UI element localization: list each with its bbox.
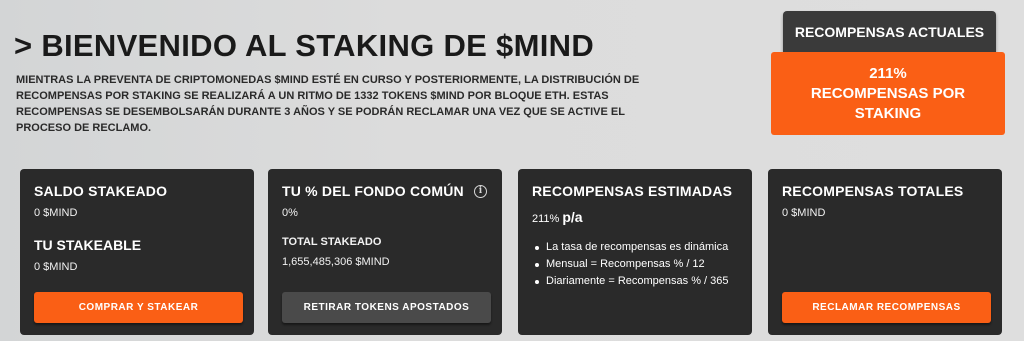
page-title: > BIENVENIDO AL STAKING DE $MIND	[14, 28, 595, 63]
total-rewards-title: RECOMPENSAS TOTALES	[782, 183, 964, 199]
stakeable-title: TU STAKEABLE	[34, 237, 142, 253]
staked-balance-card: SALDO STAKEADO 0 $MIND TU STAKEABLE 0 $M…	[20, 169, 254, 335]
staking-description: MIENTRAS LA PREVENTA DE CRIPTOMONEDAS $M…	[16, 74, 640, 134]
rewards-rate-box: 211% RECOMPENSAS POR STAKING	[771, 52, 1005, 135]
list-item: Diariamente = Recompensas % / 365	[532, 273, 738, 290]
info-icon[interactable]: i	[474, 185, 487, 198]
pool-share-card: TU % DEL FONDO COMÚN i 0% TOTAL STAKEADO…	[268, 169, 502, 335]
current-rewards-button[interactable]: RECOMPENSAS ACTUALES	[783, 11, 996, 53]
withdraw-staked-tokens-button[interactable]: RETIRAR TOKENS APOSTADOS	[282, 292, 491, 323]
rewards-info-list: La tasa de recompensas es dinámica Mensu…	[532, 239, 738, 290]
total-staked-value: 1,655,485,306 $MIND	[282, 256, 390, 268]
estimated-rate-unit: p/a	[562, 209, 583, 225]
estimated-rate-value: 211%	[532, 213, 560, 225]
buy-and-stake-button[interactable]: COMPRAR Y STAKEAR	[34, 292, 243, 323]
staked-balance-title: SALDO STAKEADO	[34, 183, 168, 199]
estimated-rewards-title: RECOMPENSAS ESTIMADAS	[532, 183, 733, 199]
list-item: La tasa de recompensas es dinámica	[532, 239, 738, 256]
total-rewards-card: RECOMPENSAS TOTALES 0 $MIND RECLAMAR REC…	[768, 169, 1002, 335]
total-staked-label: TOTAL STAKEADO	[282, 236, 382, 248]
list-item: Mensual = Recompensas % / 12	[532, 256, 738, 273]
stakeable-value: 0 $MIND	[34, 261, 78, 273]
total-rewards-value: 0 $MIND	[782, 207, 826, 219]
staked-balance-value: 0 $MIND	[34, 207, 78, 219]
pool-share-value: 0%	[282, 207, 298, 219]
rewards-rate-line1: RECOMPENSAS POR	[810, 84, 966, 102]
rewards-rate-percent: 211%	[869, 64, 907, 82]
rewards-rate-line2: STAKING	[854, 104, 922, 122]
estimated-rewards-card: RECOMPENSAS ESTIMADAS 211% p/a La tasa de…	[518, 169, 752, 335]
estimated-rate: 211% p/a	[532, 209, 738, 225]
pool-share-title: TU % DEL FONDO COMÚN	[282, 183, 464, 199]
claim-rewards-button[interactable]: RECLAMAR RECOMPENSAS	[782, 292, 991, 323]
